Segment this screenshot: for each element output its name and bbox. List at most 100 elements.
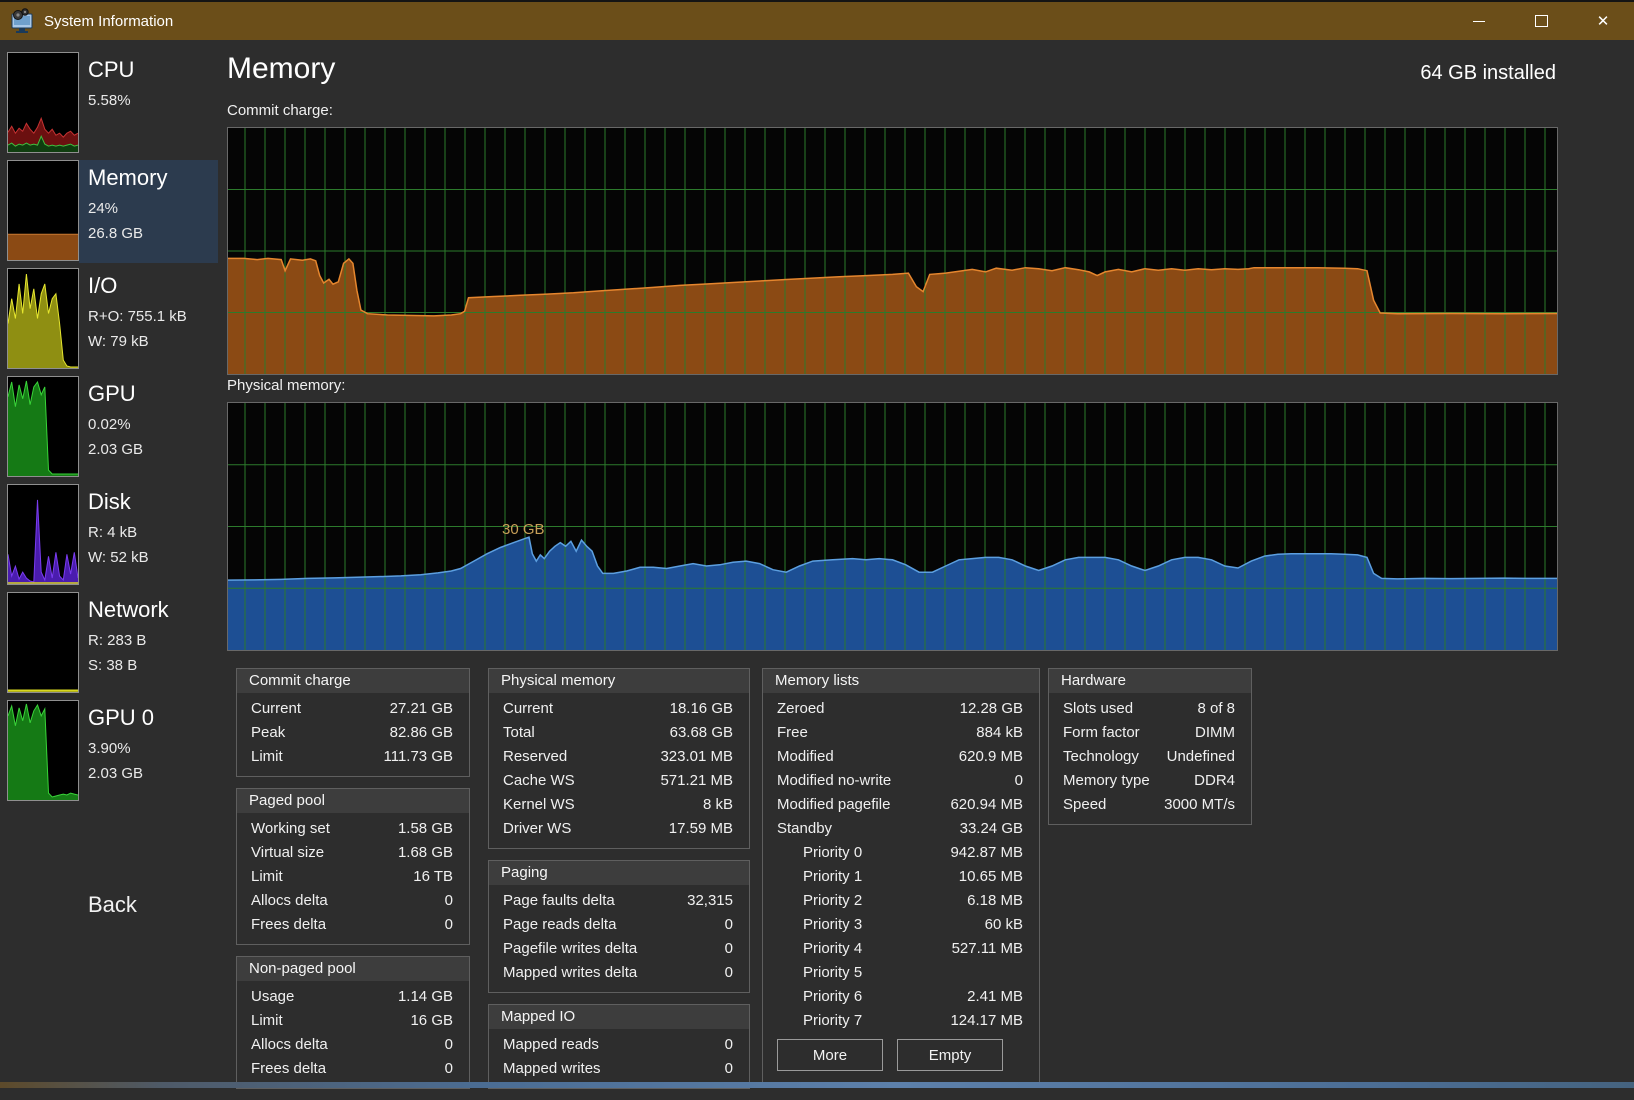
stat-value: 82.86 GB <box>390 721 453 745</box>
stat-value: 63.68 GB <box>670 721 733 745</box>
stat-value: 884 kB <box>976 721 1023 745</box>
empty-button[interactable]: Empty <box>897 1039 1003 1071</box>
stat-row-technology: TechnologyUndefined <box>1049 745 1251 769</box>
stat-row-limit: Limit16 TB <box>237 865 469 889</box>
sidebar-item-value: 0.02% <box>88 416 131 433</box>
more-button[interactable]: More <box>777 1039 883 1071</box>
stat-row-mapped-writes: Mapped writes0 <box>489 1057 749 1081</box>
stat-row-virtual-size: Virtual size1.68 GB <box>237 841 469 865</box>
stat-label: Cache WS <box>503 769 575 793</box>
stat-column: Commit chargeCurrent27.21 GBPeak82.86 GB… <box>236 668 470 1100</box>
back-button[interactable]: Back <box>88 892 137 918</box>
stat-value: 33.24 GB <box>960 817 1023 841</box>
physical-chart-svg: 30 GB <box>228 403 1557 650</box>
installed-memory-label: 64 GB installed <box>1420 62 1556 85</box>
chart-annotation: 30 GB <box>502 521 545 538</box>
sidebar-item-io[interactable]: I/OR+O: 755.1 kBW: 79 kB <box>0 268 218 372</box>
stat-label: Priority 0 <box>777 841 862 865</box>
sidebar-item-value: R+O: 755.1 kB <box>88 308 187 325</box>
page-title: Memory <box>227 52 335 86</box>
stat-value: 0 <box>725 913 733 937</box>
stat-row-total: Total 63.68 GB <box>489 721 749 745</box>
sidebar-item-disk[interactable]: DiskR: 4 kBW: 52 kB <box>0 484 218 588</box>
stat-value: Undefined <box>1167 745 1235 769</box>
sidebar-item-value: W: 79 kB <box>88 333 149 350</box>
sidebar-item-label: CPU <box>88 57 134 83</box>
sidebar-item-label: Disk <box>88 489 131 515</box>
commit-chart-svg <box>228 128 1557 374</box>
sidebar-item-cpu[interactable]: CPU 5.58% <box>0 52 218 156</box>
cpu-thumbnail <box>7 52 79 153</box>
cpu-thumbnail-chart <box>8 53 78 152</box>
stat-row-allocs-delta: Allocs delta0 <box>237 889 469 913</box>
stat-value: 942.87 MB <box>950 841 1023 865</box>
stat-value: 0 <box>445 889 453 913</box>
stat-label: Total <box>503 721 535 745</box>
stat-value: 10.65 MB <box>959 865 1023 889</box>
sidebar-item-network[interactable]: NetworkR: 283 BS: 38 B <box>0 592 218 696</box>
stat-label: Kernel WS <box>503 793 575 817</box>
stat-row-mapped-writes-delta: Mapped writes delta 0 <box>489 961 749 985</box>
stat-value: 0 <box>725 961 733 985</box>
stat-row-mapped-reads: Mapped reads0 <box>489 1033 749 1057</box>
network-thumbnail-chart <box>8 593 78 692</box>
stat-value: 27.21 GB <box>390 697 453 721</box>
horizontal-scrollbar[interactable] <box>0 1082 1634 1088</box>
stat-value: 60 kB <box>985 913 1023 937</box>
stat-value: DIMM <box>1195 721 1235 745</box>
sidebar-item-gpu[interactable]: GPU0.02%2.03 GB <box>0 376 218 480</box>
sidebar-item-memory[interactable]: Memory24%26.8 GB <box>0 160 218 264</box>
stat-label: Peak <box>251 721 285 745</box>
stat-label: Current <box>503 697 553 721</box>
stat-row-limit: Limit16 GB <box>237 1009 469 1033</box>
stat-row-modified: Modified620.9 MB <box>763 745 1039 769</box>
panel-mapped-io: Mapped IOMapped reads0Mapped writes0 <box>488 1004 750 1089</box>
io-thumbnail <box>7 268 79 369</box>
stat-column: HardwareSlots used8 of 8Form factorDIMMT… <box>1048 668 1252 836</box>
close-button[interactable]: ✕ <box>1572 2 1634 40</box>
stat-row-kernel-ws: Kernel WS8 kB <box>489 793 749 817</box>
stat-row-zeroed: Zeroed12.28 GB <box>763 697 1039 721</box>
stat-value: 12.28 GB <box>960 697 1023 721</box>
stat-value: 18.16 GB <box>670 697 733 721</box>
stat-label: Form factor <box>1063 721 1140 745</box>
stat-row-frees-delta: Frees delta0 <box>237 913 469 937</box>
gpu-thumbnail <box>7 376 79 477</box>
stat-value: 620.9 MB <box>959 745 1023 769</box>
minimize-button[interactable] <box>1448 2 1510 40</box>
stat-row-standby: Standby33.24 GB <box>763 817 1039 841</box>
stat-row-priority-0: Priority 0 942.87 MB <box>763 841 1039 865</box>
panel-title: Physical memory <box>489 669 749 693</box>
panel-commit-charge: Commit chargeCurrent27.21 GBPeak82.86 GB… <box>236 668 470 777</box>
stat-label: Mapped writes delta <box>503 961 637 985</box>
panel-physical-memory: Physical memory Current 18.16 GB Total 63.68… <box>488 668 750 849</box>
stat-value: 2.41 MB <box>967 985 1023 1009</box>
stat-label: Free <box>777 721 808 745</box>
disk-thumbnail-chart <box>8 485 78 584</box>
stat-label: Usage <box>251 985 294 1009</box>
stat-row-current: Current27.21 GB <box>237 697 469 721</box>
stat-row-driver-ws: Driver WS17.59 MB <box>489 817 749 841</box>
stat-label: Memory type <box>1063 769 1150 793</box>
stat-label: Limit <box>251 865 283 889</box>
stat-value: 1.14 GB <box>398 985 453 1009</box>
maximize-button[interactable] <box>1510 2 1572 40</box>
stat-row-priority-3: Priority 360 kB <box>763 913 1039 937</box>
sidebar-item-value: 3.90% <box>88 740 131 757</box>
stat-row-page-reads-delta: Page reads delta0 <box>489 913 749 937</box>
app-icon <box>9 8 35 34</box>
stat-value: 111.73 GB <box>384 745 454 769</box>
stat-row-working-set: Working set1.58 GB <box>237 817 469 841</box>
gpu-thumbnail-chart <box>8 377 78 476</box>
sidebar-item-label: Memory <box>88 165 167 191</box>
stat-label: Virtual size <box>251 841 324 865</box>
stat-value: 0 <box>725 1057 733 1081</box>
stat-row-allocs-delta: Allocs delta0 <box>237 1033 469 1057</box>
sidebar-item-label: GPU 0 <box>88 705 154 731</box>
stat-value: 571.21 MB <box>660 769 733 793</box>
stat-label: Driver WS <box>503 817 571 841</box>
stat-value: 0 <box>725 1033 733 1057</box>
sidebar-item-value: 5.58% <box>88 92 131 109</box>
sidebar-item-gpu0[interactable]: GPU 03.90%2.03 GB <box>0 700 218 804</box>
stat-row-reserved: Reserved323.01 MB <box>489 745 749 769</box>
